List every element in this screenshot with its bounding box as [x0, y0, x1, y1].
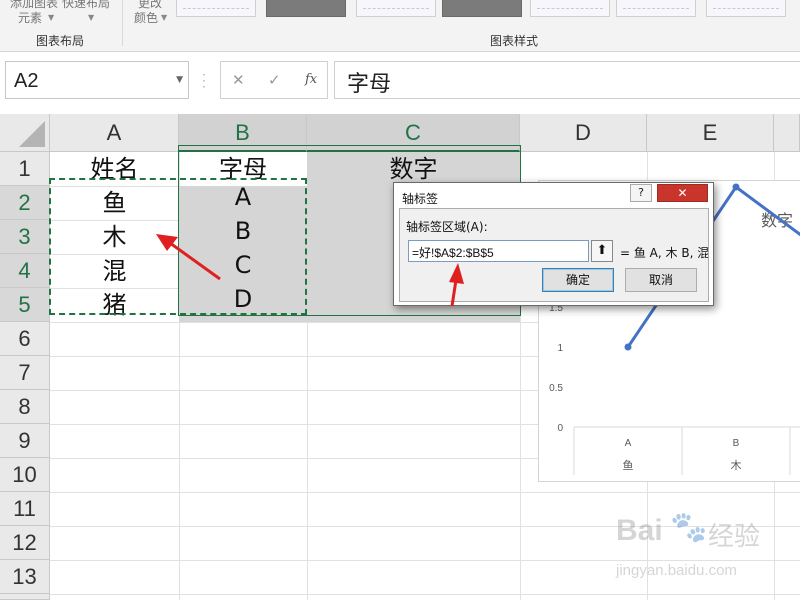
cancel-icon[interactable]: ✕ — [232, 71, 245, 89]
chart-style-thumb-6[interactable] — [616, 0, 696, 17]
chart-style-thumb-3[interactable] — [356, 0, 436, 17]
row-header-13[interactable]: 13 — [0, 560, 50, 594]
copy-marquee — [49, 178, 307, 315]
add-chart-element-button[interactable]: 添加图表 — [10, 0, 58, 10]
range-label: 轴标签区域(A): — [406, 220, 488, 234]
row-header-14[interactable] — [0, 594, 50, 600]
range-preview: = 鱼 A, 木 B, 混 C, 猪 D — [620, 246, 708, 260]
range-input-value: =好!$A$2:$B$5 — [412, 246, 494, 260]
chart-style-thumb-5[interactable] — [530, 0, 610, 17]
y-tick-label: 0 — [557, 423, 563, 434]
row-header-10[interactable]: 10 — [0, 458, 50, 492]
watermark-url: jingyan.baidu.com — [616, 562, 737, 579]
paw-icon: 🐾 — [670, 511, 708, 544]
cancel-button[interactable]: 取消 — [625, 268, 697, 292]
chart-style-thumb-7[interactable] — [706, 0, 786, 17]
chevron-down-icon[interactable]: ▼ — [176, 75, 183, 85]
drag-handle-icon[interactable]: · · · — [202, 69, 206, 93]
row-header-12[interactable]: 12 — [0, 526, 50, 560]
row-header-6[interactable]: 6 — [0, 322, 50, 356]
baidu-jingyan-watermark: Bai 🐾 经验 jingyan.baidu.com — [616, 508, 786, 592]
x-sublabel: 鱼 — [623, 458, 634, 472]
row-header-5[interactable]: 5 — [0, 288, 50, 322]
close-button[interactable]: ✕ — [657, 184, 708, 202]
gridline — [50, 594, 800, 595]
ribbon-separator — [122, 0, 123, 46]
data-point — [732, 183, 740, 191]
row-header-7[interactable]: 7 — [0, 356, 50, 390]
change-colors-sublabel: 颜色 — [134, 11, 159, 25]
row-header-2[interactable]: 2 — [0, 186, 50, 220]
chevron-down-icon: ▼ — [161, 13, 168, 22]
x-category-label: B — [733, 438, 740, 449]
add-chart-element-sublabel: 元素 — [18, 11, 43, 25]
dialog-title: 轴标签 — [402, 192, 439, 206]
quick-layout-button[interactable]: 快速布局 — [62, 0, 110, 10]
group-label-chart-styles: 图表样式 — [490, 34, 539, 48]
x-category-label: A — [625, 438, 632, 449]
data-point — [624, 343, 632, 351]
x-sublabel: 木 — [731, 459, 742, 472]
watermark-brand-cn: 经验 — [708, 521, 761, 551]
name-box-value: A2 — [14, 70, 39, 92]
gridline — [50, 492, 800, 493]
row-header-8[interactable]: 8 — [0, 390, 50, 424]
row-header-1[interactable]: 1 — [0, 152, 50, 186]
chart-style-thumb-4[interactable] — [442, 0, 522, 17]
row-header-11[interactable]: 11 — [0, 492, 50, 526]
dialog-body: 轴标签区域(A): =好!$A$2:$B$5 ⬆ = 鱼 A, 木 B, 混 C… — [399, 208, 709, 302]
column-header-e[interactable]: E — [647, 114, 774, 152]
formula-buttons: ✕ ✓ fx — [220, 61, 328, 99]
axis-label-range-input[interactable]: =好!$A$2:$B$5 — [408, 240, 589, 262]
chart-style-thumb-2[interactable] — [266, 0, 346, 17]
row-header-9[interactable]: 9 — [0, 424, 50, 458]
chevron-down-icon: ▼ — [48, 13, 55, 22]
chart-style-thumb-1[interactable] — [176, 0, 256, 17]
insert-function-icon[interactable]: fx — [305, 72, 317, 87]
change-colors-button[interactable]: 更改 — [138, 0, 162, 10]
help-button[interactable]: ? — [630, 184, 652, 202]
column-header-a[interactable]: A — [50, 114, 179, 152]
row-header-4[interactable]: 4 — [0, 254, 50, 288]
collapse-dialog-icon[interactable]: ⬆ — [591, 240, 613, 262]
formula-input-value: 字母 — [347, 72, 392, 97]
chevron-down-icon: ▼ — [88, 13, 95, 22]
row-header-3[interactable]: 3 — [0, 220, 50, 254]
y-tick-label: 1 — [557, 343, 563, 354]
axis-labels-dialog: 轴标签 ? ✕ 轴标签区域(A): =好!$A$2:$B$5 ⬆ = 鱼 A, … — [393, 182, 714, 306]
enter-icon[interactable]: ✓ — [268, 71, 281, 89]
ok-button[interactable]: 确定 — [542, 268, 614, 292]
name-box[interactable]: A2 ▼ — [5, 61, 189, 99]
ribbon: 添加图表 元素 ▼ 快速布局 ▼ 更改 颜色 ▼ 图表布局 图表样式 — [0, 0, 800, 52]
watermark-brand: Bai — [616, 514, 663, 547]
y-tick-label: 0.5 — [549, 383, 563, 394]
group-label-chart-layout: 图表布局 — [36, 34, 85, 48]
column-header-d[interactable]: D — [520, 114, 647, 152]
formula-input[interactable]: 字母 — [334, 61, 800, 99]
column-header-f[interactable] — [774, 114, 800, 152]
formula-bar: A2 ▼ · · · ✕ ✓ fx 字母 — [0, 52, 800, 108]
select-all-corner[interactable] — [0, 114, 50, 152]
